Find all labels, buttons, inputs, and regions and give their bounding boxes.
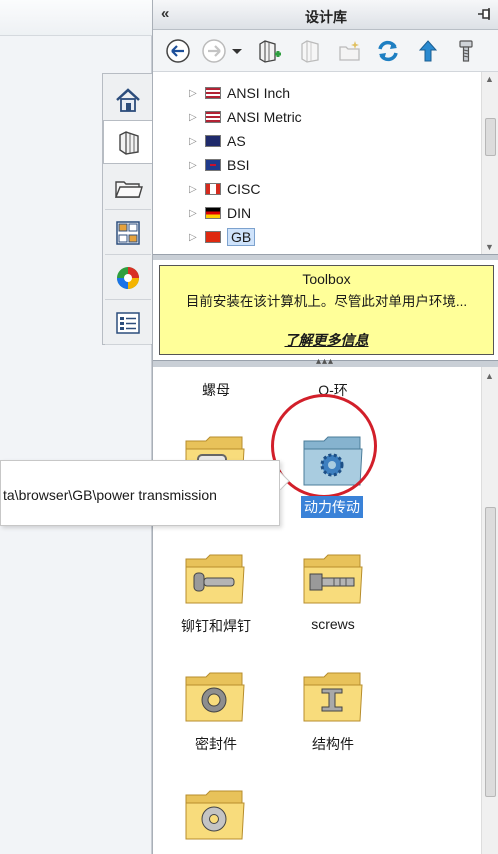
expand-arrow-icon[interactable]: ▷ <box>189 208 199 219</box>
new-folder-button[interactable] <box>335 36 365 66</box>
view-palette-icon <box>116 220 140 245</box>
tree-item-ansi-inch[interactable]: ▷ ANSI Inch <box>189 82 290 104</box>
design-library-icon <box>118 131 139 155</box>
pane-splitter[interactable]: ▴▴▴ <box>153 356 498 367</box>
structural-folder[interactable] <box>302 669 364 725</box>
folder-caption[interactable]: screws <box>278 616 388 632</box>
tree-item-bsi[interactable]: ▷ BSI <box>189 154 250 176</box>
gb-flag-icon <box>205 159 221 171</box>
scroll-thumb[interactable] <box>485 118 496 156</box>
tree-item-ansi-metric[interactable]: ▷ ANSI Metric <box>189 106 302 128</box>
selected-folder-caption[interactable]: 动力传动 <box>301 496 363 518</box>
path-tooltip: ta\browser\GB\power transmission <box>0 460 280 526</box>
tree-scrollbar[interactable]: ▲ ▼ <box>481 72 498 254</box>
add-library-button[interactable] <box>255 36 285 66</box>
new-folder-icon <box>339 41 360 61</box>
washers-folder[interactable] <box>184 787 246 843</box>
home-icon <box>116 87 140 112</box>
notice-title: Toolbox <box>302 271 351 287</box>
screw-folder-icon <box>303 554 363 604</box>
home-tab[interactable] <box>105 78 151 122</box>
folder-caption[interactable]: 铆钉和焊钉 <box>161 616 271 636</box>
pane-splitter[interactable] <box>153 254 498 260</box>
seal-folder-icon <box>185 672 245 722</box>
refresh-button[interactable] <box>373 36 403 66</box>
tooltip-text: ta\browser\GB\power transmission <box>3 487 217 503</box>
folder-caption[interactable]: 密封件 <box>161 734 271 754</box>
ibeam-folder-icon <box>303 672 363 722</box>
us-flag-icon <box>205 111 221 123</box>
expand-arrow-icon[interactable]: ▷ <box>189 88 199 99</box>
us-flag-icon <box>205 87 221 99</box>
up-folder-button[interactable] <box>413 36 443 66</box>
back-icon <box>166 39 190 63</box>
expand-arrow-icon[interactable]: ▷ <box>189 112 199 123</box>
custom-properties-icon <box>116 311 140 334</box>
tree-item-label: ANSI Metric <box>227 109 302 125</box>
screws-folder[interactable] <box>302 551 364 607</box>
tree-item-label: GB <box>227 228 256 246</box>
notice-body: 目前安装在该计算机上。尽管此对单用户环境... <box>185 294 468 309</box>
library-icon <box>301 40 319 63</box>
cn-flag-icon <box>205 231 221 243</box>
toolbox-button[interactable] <box>451 36 481 66</box>
refresh-icon <box>378 40 398 62</box>
au-flag-icon <box>205 135 221 147</box>
history-dropdown[interactable] <box>229 36 245 66</box>
ca-flag-icon <box>205 183 221 195</box>
tree-item-label: AS <box>227 133 246 149</box>
folder-caption[interactable]: 结构件 <box>278 734 388 754</box>
tree-item-as[interactable]: ▷ AS <box>189 130 246 152</box>
panel-title: 设计库 <box>305 9 347 25</box>
expand-arrow-icon[interactable]: ▷ <box>189 160 199 171</box>
custom-properties-tab[interactable] <box>105 301 151 345</box>
panel-titlebar: « 设计库 <box>153 0 498 30</box>
scroll-up-icon[interactable]: ▲ <box>485 371 494 381</box>
forward-button[interactable] <box>199 36 229 66</box>
learn-more-link[interactable]: 了解更多信息 <box>285 330 369 350</box>
toolbox-notice: Toolbox 目前安装在该计算机上。尽管此对单用户环境... 了解更多信息 <box>159 265 494 355</box>
expand-arrow-icon[interactable]: ▷ <box>189 232 199 243</box>
scroll-down-icon[interactable]: ▼ <box>485 242 494 252</box>
task-pane-tabs <box>102 73 153 345</box>
folder-view-scrollbar[interactable]: ▲ <box>481 367 498 854</box>
tree-item-cisc[interactable]: ▷ CISC <box>189 178 260 200</box>
dropdown-icon <box>232 49 242 54</box>
library-toolbar <box>153 30 498 72</box>
pin-icon[interactable] <box>477 7 493 21</box>
expand-arrow-icon[interactable]: ▷ <box>189 184 199 195</box>
appearances-tab[interactable] <box>105 256 151 300</box>
rivets-folder[interactable] <box>184 551 246 607</box>
scroll-up-icon[interactable]: ▲ <box>485 74 494 84</box>
tree-item-label: CISC <box>227 181 261 197</box>
library-button[interactable] <box>295 36 325 66</box>
tree-item-din[interactable]: ▷ DIN <box>189 202 251 224</box>
splitter-grip-icon: ▴▴▴ <box>316 356 335 367</box>
file-explorer-icon <box>114 180 143 198</box>
tree-item-gb[interactable]: ▷ GB <box>189 226 256 248</box>
tree-item-label: BSI <box>227 157 250 173</box>
appearances-icon <box>117 266 139 289</box>
toolbox-icon <box>459 40 473 62</box>
de-flag-icon <box>205 207 221 219</box>
expand-arrow-icon[interactable]: ▷ <box>189 136 199 147</box>
washer-folder-icon <box>185 790 245 840</box>
folder-caption[interactable]: 螺母 <box>161 380 271 400</box>
forward-icon <box>202 39 226 63</box>
file-explorer-tab[interactable] <box>105 166 151 210</box>
up-folder-icon <box>418 40 438 62</box>
tooltip-pointer-icon <box>280 472 290 490</box>
library-tree: ▷ ANSI Inch ▷ ANSI Metric ▷ AS ▷ BSI ▷ C… <box>153 72 498 254</box>
tree-item-label: ANSI Inch <box>227 85 291 101</box>
back-button[interactable] <box>163 36 193 66</box>
add-library-icon <box>259 40 281 63</box>
tree-item-label: DIN <box>227 205 252 221</box>
bolt-folder-icon <box>185 554 245 604</box>
view-palette-tab[interactable] <box>105 211 151 255</box>
scroll-thumb[interactable] <box>485 507 496 797</box>
workspace-toolbar <box>0 0 152 36</box>
seals-folder[interactable] <box>184 669 246 725</box>
design-library-tab[interactable] <box>103 120 153 164</box>
